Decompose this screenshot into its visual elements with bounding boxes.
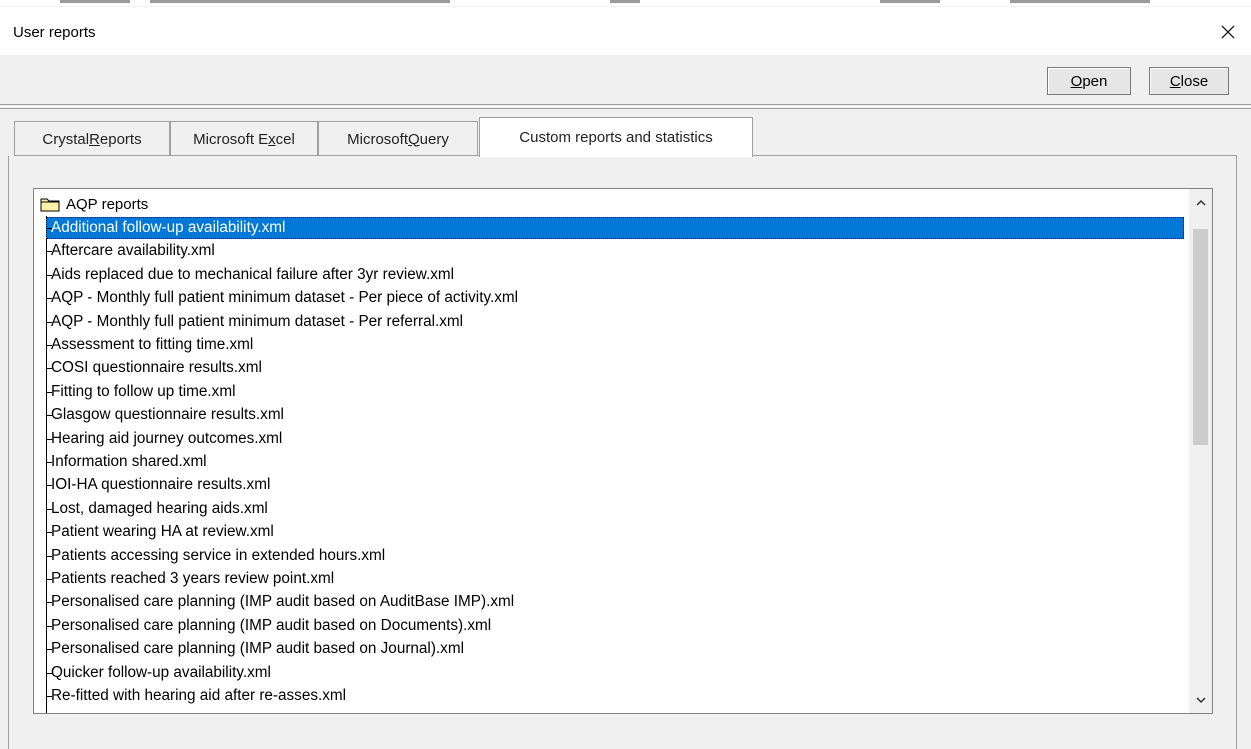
folder-icon: [40, 198, 60, 212]
report-item[interactable]: Aids replaced due to mechanical failure …: [46, 264, 1184, 286]
report-item[interactable]: Fitting to follow up time.xml: [46, 381, 1184, 403]
chevron-down-icon: [1195, 696, 1206, 703]
tab-label: Microsoft: [347, 130, 408, 148]
report-item[interactable]: Aftercare availability.xml: [46, 240, 1184, 262]
tab-microsoft-query[interactable]: Microsoft Query: [318, 121, 478, 156]
chevron-up-icon: [1195, 199, 1206, 206]
report-item[interactable]: IOI-HA questionnaire results.xml: [46, 474, 1184, 496]
separator: [0, 104, 1251, 105]
separator: [0, 108, 1251, 109]
tab-mnemonic: R: [89, 130, 100, 148]
tab-label: uery: [419, 130, 449, 148]
tab-mnemonic: x: [268, 130, 276, 148]
report-item[interactable]: Quicker follow-up availability.xml: [46, 662, 1184, 684]
window-title: User reports: [13, 24, 96, 41]
background-window-strip: [0, 0, 1251, 6]
close-label-rest: lose: [1180, 72, 1209, 90]
tab-crystal-reports[interactable]: Crystal Reports: [14, 121, 170, 156]
tab-microsoft-excel[interactable]: Microsoft Ex cel: [170, 121, 318, 156]
report-item[interactable]: Information shared.xml: [46, 451, 1184, 473]
tree-root-node[interactable]: AQP reports: [40, 194, 148, 214]
panel-right-edge: [1236, 155, 1237, 749]
report-item[interactable]: Personalised care planning (IMP audit ba…: [46, 591, 1184, 613]
report-item[interactable]: Re-fitted with hearing aid after re-asse…: [46, 685, 1184, 707]
report-item[interactable]: Patients reached 3 years review point.xm…: [46, 568, 1184, 590]
tab-label: Custom reports and statistics: [519, 129, 713, 146]
tab-custom-reports[interactable]: Custom reports and statistics: [479, 117, 753, 157]
window-close-button[interactable]: [1205, 14, 1251, 50]
tab-label: Microsoft E: [193, 130, 269, 148]
report-item[interactable]: Hearing aid journey outcomes.xml: [46, 428, 1184, 450]
report-item[interactable]: Personalised care planning (IMP audit ba…: [46, 638, 1184, 660]
title-bar: User reports: [0, 7, 1251, 55]
tree-content: AQP reports Additional follow-up availab…: [34, 189, 1189, 713]
report-item[interactable]: Personalised care planning (IMP audit ba…: [46, 615, 1184, 637]
report-item[interactable]: Assessment to fitting time.xml: [46, 334, 1184, 356]
close-icon: [1221, 25, 1235, 39]
report-item[interactable]: COSI questionnaire results.xml: [46, 357, 1184, 379]
open-label-rest: pen: [1082, 72, 1108, 90]
tab-label: eports: [99, 130, 142, 148]
tab-label: cel: [275, 130, 295, 148]
toolbar: Open Close: [0, 55, 1251, 104]
panel-left-edge: [8, 156, 9, 749]
tab-mnemonic: Q: [407, 130, 420, 148]
report-item[interactable]: AQP - Monthly full patient minimum datas…: [46, 311, 1184, 333]
scroll-up-button[interactable]: [1189, 191, 1212, 213]
report-item[interactable]: Patient wearing HA at review.xml: [46, 521, 1184, 543]
close-mnemonic: C: [1169, 72, 1181, 90]
open-mnemonic: O: [1070, 72, 1083, 90]
tree-root-label: AQP reports: [66, 195, 149, 213]
separator-highlight: [0, 106, 1251, 107]
report-item[interactable]: Additional follow-up availability.xml: [46, 217, 1184, 239]
scroll-thumb[interactable]: [1193, 229, 1208, 445]
report-item[interactable]: Glasgow questionnaire results.xml: [46, 404, 1184, 426]
report-item[interactable]: AQP - Monthly full patient minimum datas…: [46, 287, 1184, 309]
report-item[interactable]: Lost, damaged hearing aids.xml: [46, 498, 1184, 520]
scroll-down-button[interactable]: [1189, 689, 1212, 711]
tab-label: Crystal: [42, 130, 90, 148]
report-item[interactable]: Patients accessing service in extended h…: [46, 545, 1184, 567]
open-button[interactable]: Open: [1047, 67, 1131, 95]
vertical-scrollbar[interactable]: [1189, 189, 1212, 713]
close-button[interactable]: Close: [1149, 67, 1229, 95]
reports-tree[interactable]: AQP reports Additional follow-up availab…: [33, 188, 1213, 714]
